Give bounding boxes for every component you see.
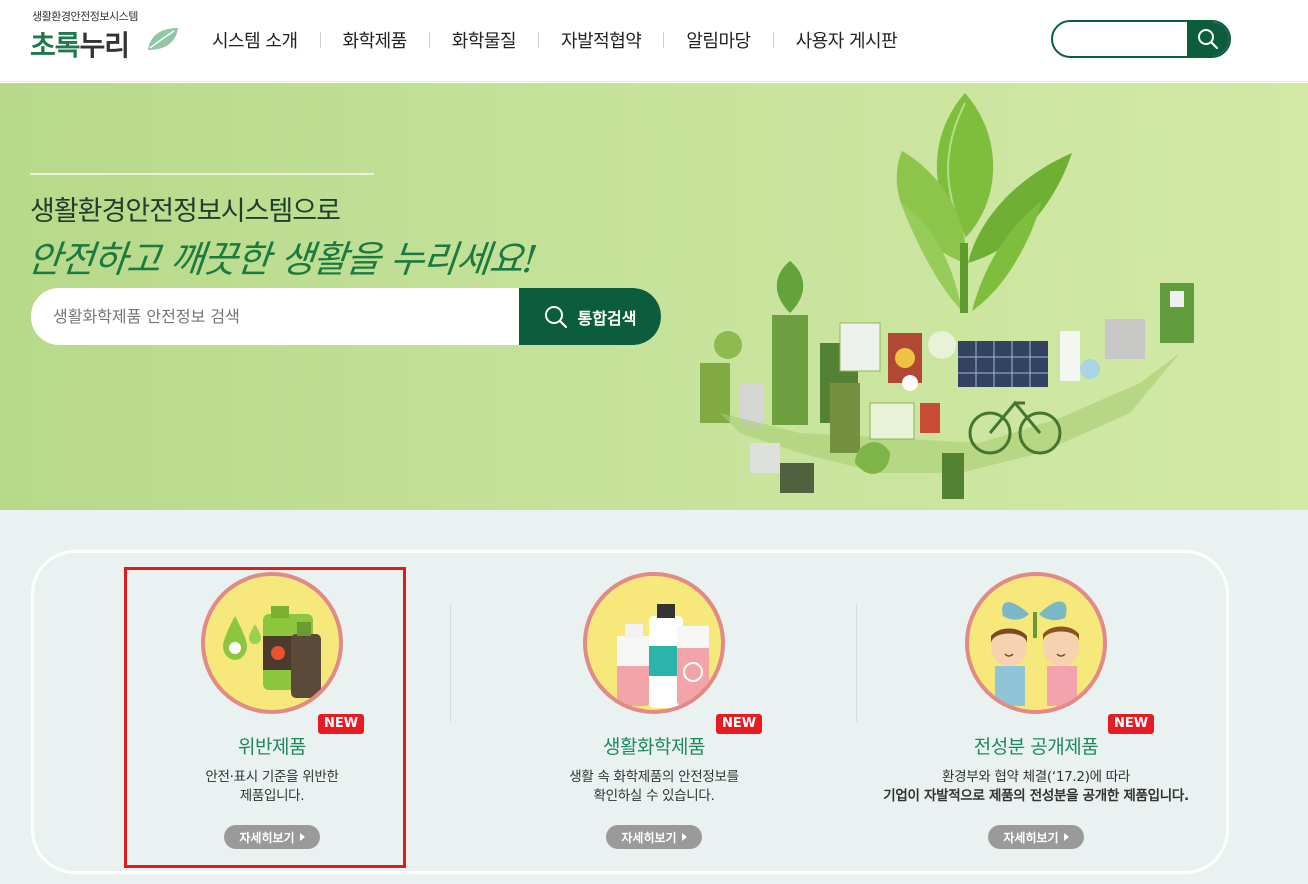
hero-search: 통합검색 [31, 288, 661, 345]
nav-system-intro[interactable]: 시스템 소개 [190, 27, 320, 53]
card-description: 생활 속 화학제품의 안전정보를 확인하실 수 있습니다. [464, 768, 844, 806]
site-logo[interactable]: 생활환경안전정보시스템 초록누리 [30, 8, 190, 68]
logo-title-dark: 누리 [79, 29, 131, 62]
header-search-button[interactable] [1187, 22, 1229, 56]
card-description-line: 기업이 자발적으로 제품의 전성분을 공개한 제품입니다. [883, 788, 1189, 804]
header-search-input[interactable] [1065, 22, 1185, 56]
leaf-icon [148, 28, 178, 50]
nav-notice[interactable]: 알림마당 [664, 27, 772, 53]
integrated-search-button[interactable]: 통합검색 [519, 288, 661, 345]
caret-right-icon [1063, 833, 1069, 841]
nav-voluntary-agreement[interactable]: 자발적협약 [539, 27, 663, 53]
hero-divider-line [30, 173, 374, 175]
highlight-box [124, 567, 406, 868]
logo-title: 초록누리 [30, 24, 131, 64]
card-full-ingredients[interactable]: NEW 전성분 공개제품 환경부와 협약 체결(‘17.2)에 따라 기업이 자… [846, 572, 1226, 862]
full-ingredients-illustration [965, 572, 1107, 714]
search-icon [1198, 29, 1219, 50]
logo-title-green: 초록 [30, 29, 81, 62]
integrated-search-label: 통합검색 [577, 308, 637, 328]
card-description-line: 환경부와 협약 체결(‘17.2)에 따라 [941, 769, 1131, 785]
caret-right-icon [681, 833, 687, 841]
hero-banner: 생활환경안전정보시스템으로 안전하고 깨끗한 생활을 누리세요! 통합검색 [0, 83, 1308, 510]
nav-chemical-substances[interactable]: 화학물질 [430, 27, 538, 53]
card-title[interactable]: 생활화학제품 [464, 732, 844, 759]
card-description-line: 확인하실 수 있습니다. [593, 788, 715, 804]
hero-search-input[interactable] [53, 288, 513, 345]
view-details-button[interactable]: 자세히보기 [988, 825, 1084, 849]
card-description: 환경부와 협약 체결(‘17.2)에 따라 기업이 자발적으로 제품의 전성분을… [846, 768, 1226, 806]
household-chemicals-illustration [583, 572, 725, 714]
view-details-label: 자세히보기 [1003, 830, 1059, 845]
nav-user-board[interactable]: 사용자 게시판 [774, 27, 920, 53]
view-details-button[interactable]: 자세히보기 [606, 825, 702, 849]
eco-illustration [700, 93, 1194, 499]
main-nav: 시스템 소개 화학제품 화학물질 자발적협약 알림마당 사용자 게시판 [190, 22, 919, 58]
header-search [1051, 20, 1231, 58]
nav-chemical-products[interactable]: 화학제품 [321, 27, 429, 53]
new-badge: NEW [1108, 714, 1155, 734]
site-header: 생활환경안전정보시스템 초록누리 시스템 소개 화학제품 화학물질 자발적협약 … [0, 0, 1308, 82]
card-household-chemicals[interactable]: NEW 생활화학제품 생활 속 화학제품의 안전정보를 확인하실 수 있습니다.… [464, 572, 844, 862]
hero-title: 생활환경안전정보시스템으로 [30, 196, 341, 227]
search-icon [544, 305, 567, 328]
new-badge: NEW [716, 714, 763, 734]
logo-subtitle: 생활환경안전정보시스템 [32, 10, 138, 23]
card-description-line: 생활 속 화학제품의 안전정보를 [569, 769, 739, 785]
card-title[interactable]: 전성분 공개제품 [846, 732, 1226, 759]
hero-slogan: 안전하고 깨끗한 생활을 누리세요! [25, 238, 539, 281]
view-details-label: 자세히보기 [621, 830, 677, 845]
